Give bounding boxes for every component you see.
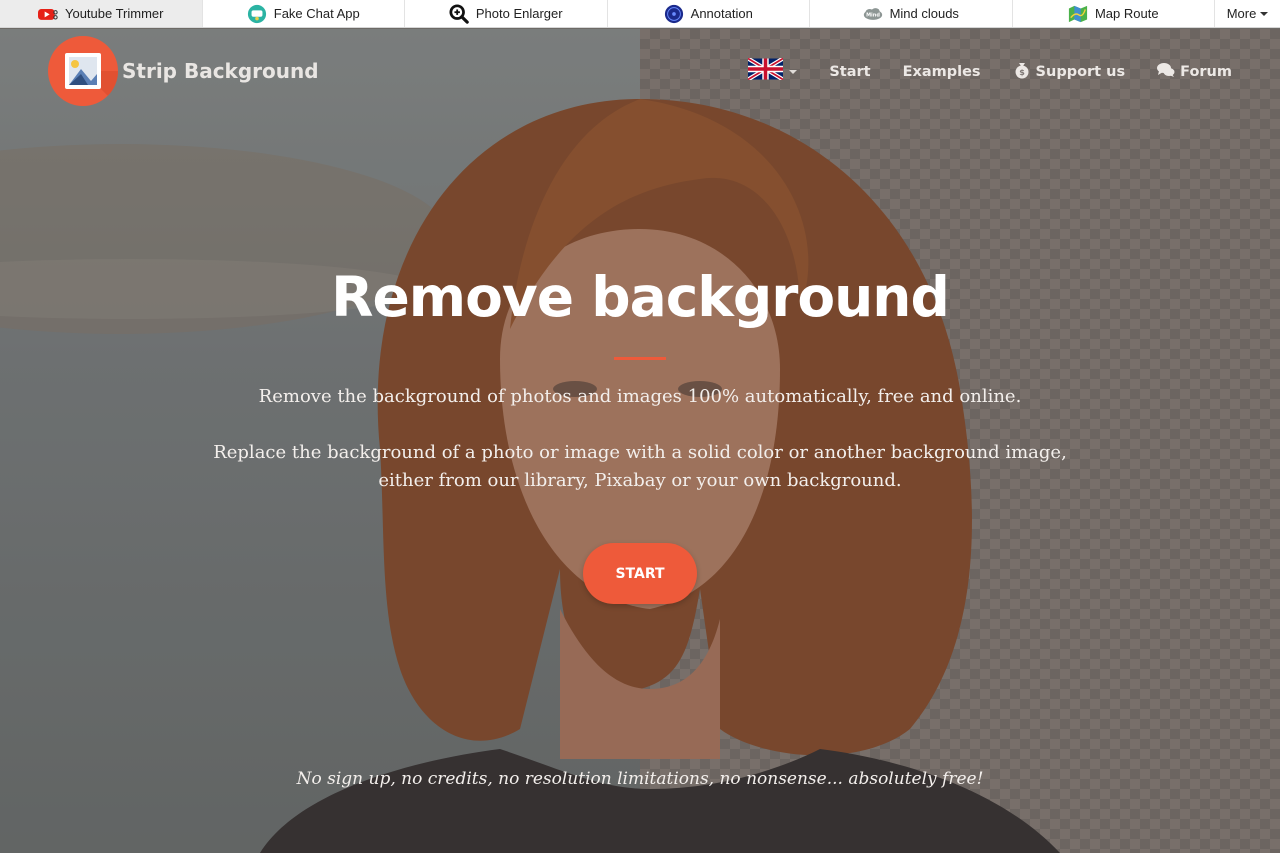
annotation-icon	[664, 4, 684, 24]
tool-label: Fake Chat App	[273, 6, 360, 21]
nav-forum[interactable]: Forum	[1157, 62, 1232, 82]
youtube-icon	[37, 4, 58, 24]
tool-label: Youtube Trimmer	[64, 6, 164, 21]
tool-label: Mind clouds	[889, 6, 959, 21]
tool-map-route[interactable]: Map Route	[1013, 0, 1215, 27]
tool-youtube-trimmer[interactable]: Youtube Trimmer	[0, 0, 203, 27]
uk-flag-icon	[747, 56, 785, 85]
tool-label: Map Route	[1094, 6, 1159, 21]
more-dropdown[interactable]: More	[1215, 0, 1280, 27]
nav-examples[interactable]: Examples	[903, 64, 981, 80]
nav-start[interactable]: Start	[829, 64, 870, 80]
hero-subtitle-1: Remove the background of photos and imag…	[258, 386, 1022, 407]
svg-text:$: $	[1019, 68, 1025, 77]
tool-mind-clouds[interactable]: Mind Mind clouds	[810, 0, 1013, 27]
nav-examples-label: Examples	[902, 63, 981, 80]
svg-text:Mind: Mind	[866, 12, 880, 18]
chevron-down-icon	[1260, 11, 1269, 16]
brand-name: Strip Background	[122, 59, 319, 83]
tool-photo-enlarger[interactable]: Photo Enlarger	[405, 0, 608, 27]
magnifier-icon	[449, 3, 469, 24]
page-title: Remove background	[331, 265, 950, 329]
map-icon	[1068, 4, 1088, 24]
mind-cloud-icon: Mind	[863, 4, 883, 24]
nav-support-label: Support us	[1035, 63, 1126, 80]
nav-forum-label: Forum	[1180, 63, 1232, 80]
tool-fake-chat-app[interactable]: Fake Chat App	[203, 0, 405, 27]
nav-menu: Start Examples $ Support us Forum	[747, 56, 1232, 85]
tool-label: Annotation	[690, 6, 753, 21]
tool-annotation[interactable]: Annotation	[608, 0, 810, 27]
hero-subtitle-2: Replace the background of a photo or ima…	[213, 442, 1067, 491]
more-label: More	[1226, 6, 1257, 21]
brand-link[interactable]: Strip Background	[48, 36, 319, 106]
chat-app-icon	[247, 4, 267, 24]
chevron-down-icon	[789, 69, 798, 74]
navbar: Strip Background Start Examples $ Suppor…	[0, 29, 1280, 111]
chat-bubbles-icon	[1157, 62, 1175, 82]
free-note: No sign up, no credits, no resolution li…	[296, 769, 984, 789]
nav-support-us[interactable]: $ Support us	[1013, 61, 1126, 83]
money-bag-icon: $	[1013, 61, 1031, 83]
language-selector[interactable]	[747, 56, 798, 85]
start-button[interactable]: START	[583, 543, 697, 604]
tool-label: Photo Enlarger	[475, 6, 563, 21]
nav-start-label: Start	[829, 63, 871, 80]
hero-section: Strip Background Start Examples $ Suppor…	[0, 29, 1280, 853]
brand-logo-icon	[48, 36, 118, 106]
title-divider	[614, 357, 666, 360]
tools-bar: Youtube Trimmer Fake Chat App Photo Enla…	[0, 0, 1280, 28]
